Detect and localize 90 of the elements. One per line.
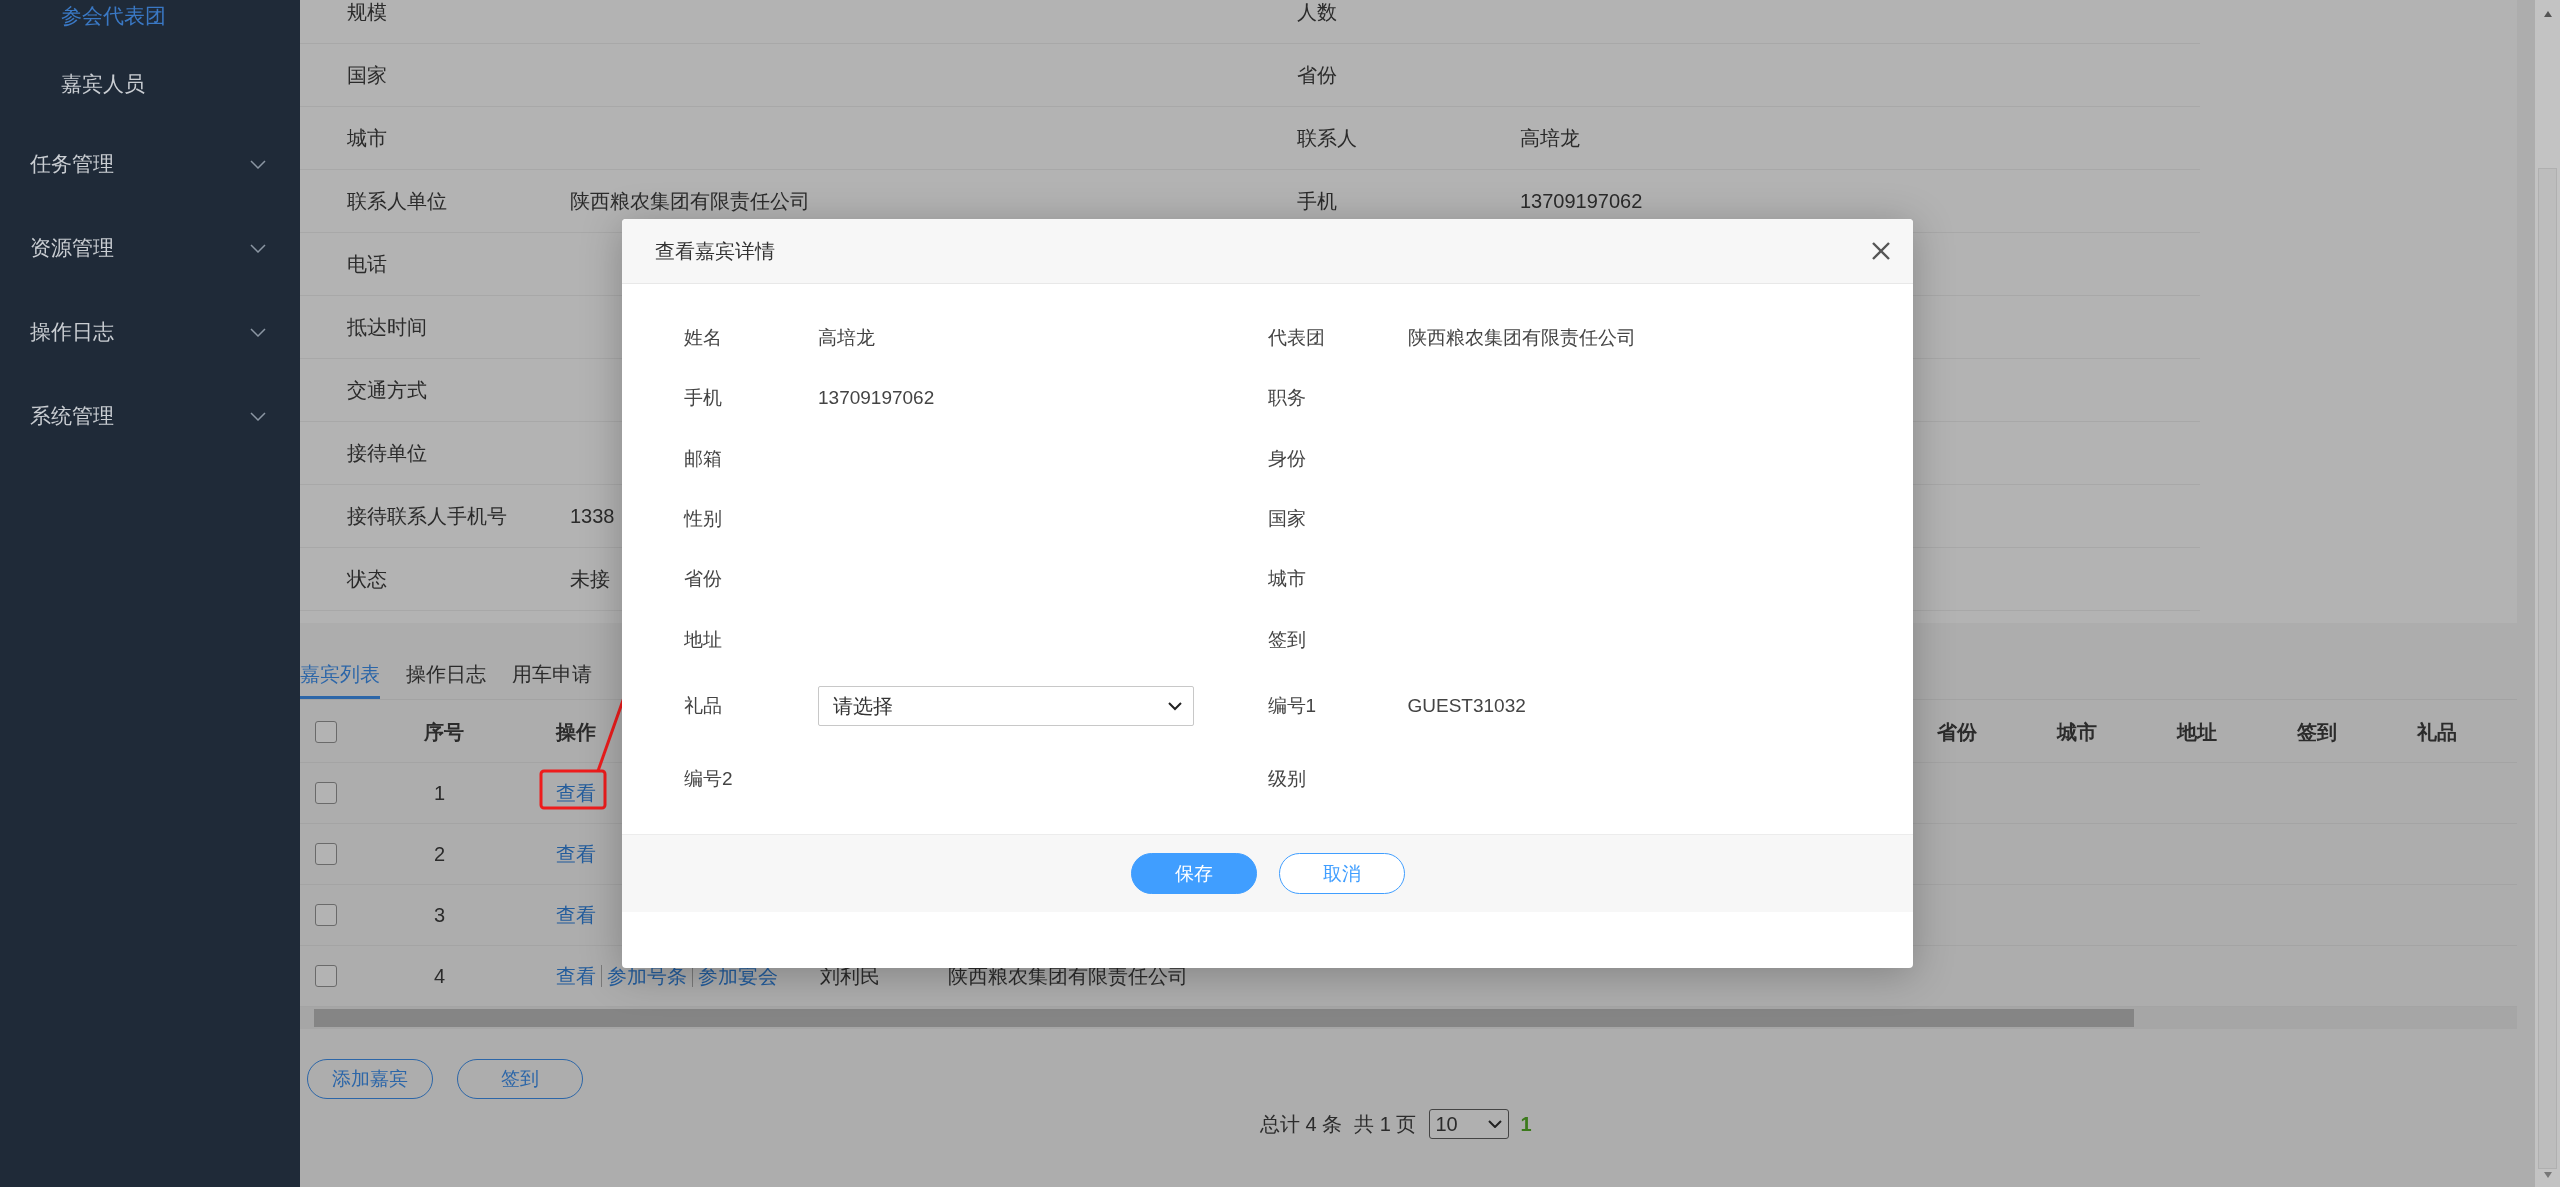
field-label: 姓名 xyxy=(683,325,723,350)
sidebar-item[interactable]: 操作日志 xyxy=(0,290,300,374)
action-link[interactable]: 查看 xyxy=(556,840,596,868)
field-label: 省份 xyxy=(683,567,723,592)
field-label: 国家 xyxy=(1267,506,1307,531)
sidebar-item[interactable]: 参会代表团 xyxy=(0,2,300,46)
field-value: 高培龙 xyxy=(1520,125,1580,151)
checkbox[interactable] xyxy=(315,965,337,987)
caret-icon xyxy=(1167,701,1183,712)
action-link[interactable]: 查看 xyxy=(556,779,596,807)
save-button[interactable]: 保存 xyxy=(1130,853,1257,894)
field-value: 陕西粮农集团有限责任公司 xyxy=(1407,325,1636,350)
field-label: 编号1 xyxy=(1267,694,1318,719)
checkbox[interactable] xyxy=(315,721,337,743)
table-cell-text: 4 xyxy=(433,964,447,988)
scroll-down-icon[interactable] xyxy=(2542,1171,2553,1179)
checkbox[interactable] xyxy=(315,904,337,926)
dialog-title: 查看嘉宾详情 xyxy=(655,238,775,264)
field-label: 礼品 xyxy=(683,694,723,719)
scroll-up-icon[interactable] xyxy=(2542,10,2553,18)
column-header: 签到 xyxy=(2296,719,2338,745)
sidebar-item[interactable]: 任务管理 xyxy=(0,122,300,206)
field-label: 手机 xyxy=(683,386,723,411)
table-cell-text: 1 xyxy=(433,781,447,805)
field-label: 性别 xyxy=(682,506,723,531)
field-label: 城市 xyxy=(346,125,388,151)
field-value: GUEST31032 xyxy=(1407,695,1526,718)
field-label: 人数 xyxy=(1296,0,1338,25)
field-label: 手机 xyxy=(1296,188,1338,214)
table-cell-text: 2 xyxy=(433,842,447,866)
column-header: 地址 xyxy=(2175,719,2218,745)
field-label: 国家 xyxy=(346,62,388,88)
page-size-select[interactable]: 10 xyxy=(1428,1109,1509,1139)
page-count: 共 1 页 xyxy=(1354,1111,1417,1137)
horizontal-scrollbar[interactable] xyxy=(300,1007,2517,1029)
sidebar-item[interactable]: 系统管理 xyxy=(0,374,300,458)
field-label: 规模 xyxy=(346,0,388,25)
column-header: 礼品 xyxy=(2416,719,2458,745)
tab[interactable]: 嘉宾列表 xyxy=(300,653,380,699)
total-count: 总计 4 条 xyxy=(1260,1111,1343,1137)
action-link[interactable]: 查看 xyxy=(556,901,596,929)
close-button[interactable] xyxy=(1871,241,1891,261)
table-cell-text: 刘利民 xyxy=(820,963,881,989)
table-cell-text: 3 xyxy=(433,903,447,927)
column-header: 城市 xyxy=(2055,719,2098,745)
field-label: 职务 xyxy=(1267,386,1307,411)
field-value: 13709197062 xyxy=(1520,189,1643,213)
field-label: 编号2 xyxy=(683,767,734,792)
field-label: 交通方式 xyxy=(346,377,428,403)
field-label: 联系人单位 xyxy=(346,188,448,214)
field-label: 状态 xyxy=(346,566,388,592)
current-page[interactable]: 1 xyxy=(1520,1112,1532,1136)
field-label: 接待单位 xyxy=(346,440,428,466)
checkbox[interactable] xyxy=(315,782,337,804)
field-label: 签到 xyxy=(1267,627,1307,652)
field-value: 未接 xyxy=(570,566,610,592)
field-label: 接待联系人手机号 xyxy=(346,503,508,529)
field-label: 代表团 xyxy=(1267,325,1326,350)
field-label: 身份 xyxy=(1267,446,1307,471)
field-label: 联系人 xyxy=(1296,125,1358,151)
chevron-down-icon xyxy=(250,411,266,421)
sidebar-item[interactable]: 嘉宾人员 xyxy=(0,46,300,122)
chevron-down-icon xyxy=(250,159,266,169)
field-label: 省份 xyxy=(1296,62,1338,88)
caret-icon xyxy=(1487,1120,1502,1128)
tab[interactable]: 操作日志 xyxy=(406,653,486,699)
chevron-down-icon xyxy=(250,243,266,253)
field-value: 陕西粮农集团有限责任公司 xyxy=(570,188,810,214)
field-label: 电话 xyxy=(346,251,388,277)
sidebar-item[interactable]: 资源管理 xyxy=(0,206,300,290)
field-label: 级别 xyxy=(1267,767,1307,792)
field-label: 邮箱 xyxy=(683,446,723,471)
vertical-scrollbar[interactable] xyxy=(2535,0,2560,1187)
column-header: 省份 xyxy=(1936,719,1978,745)
gift-select[interactable]: 请选择 xyxy=(818,686,1194,727)
field-label: 地址 xyxy=(683,627,723,652)
field-value: 13709197062 xyxy=(818,387,935,410)
cancel-button[interactable]: 取消 xyxy=(1278,853,1405,894)
column-header: 操作 xyxy=(556,719,597,745)
checkbox[interactable] xyxy=(315,843,337,865)
highlight-frame xyxy=(539,769,607,810)
field-value: 高培龙 xyxy=(818,325,875,350)
field-value: 1338 xyxy=(570,504,615,528)
tab[interactable]: 用车申请 xyxy=(512,653,592,699)
chevron-down-icon xyxy=(250,327,266,337)
field-label: 抵达时间 xyxy=(346,314,428,340)
column-header: 序号 xyxy=(423,719,465,745)
action-link[interactable]: 查看 xyxy=(556,962,596,990)
table-cell-text: 陕西粮农集团有限责任公司 xyxy=(948,963,1189,989)
field-label: 城市 xyxy=(1267,567,1307,592)
